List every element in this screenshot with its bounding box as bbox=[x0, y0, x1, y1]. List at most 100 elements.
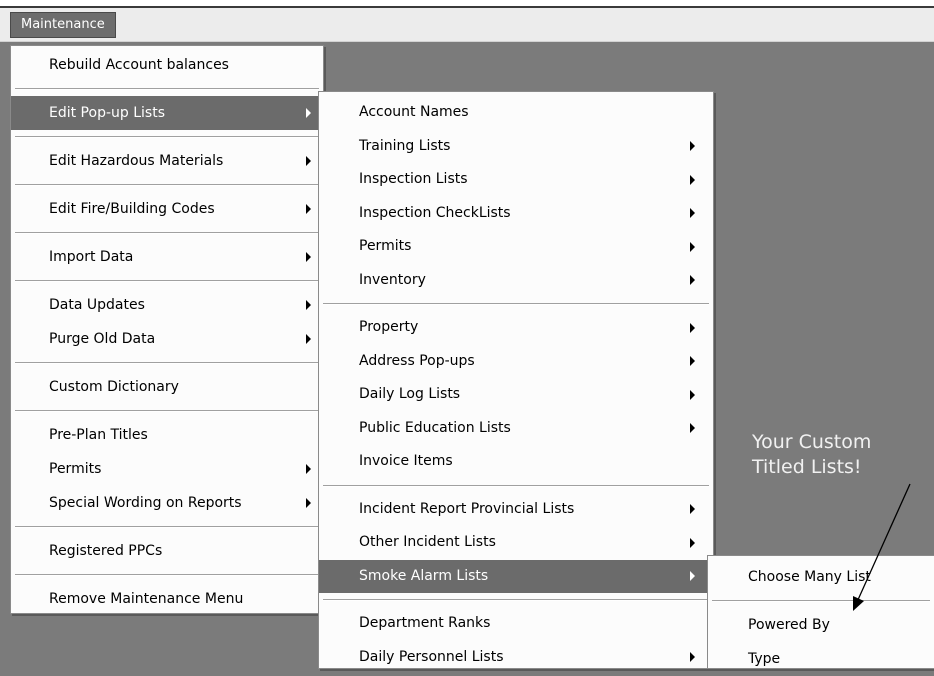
submenu-item-department-ranks[interactable]: Department Ranks bbox=[319, 607, 713, 641]
menu-item-permits[interactable]: Permits bbox=[11, 452, 323, 486]
menu-item-label: Custom Dictionary bbox=[49, 379, 179, 395]
menu-item-rebuild-balances[interactable]: Rebuild Account balances bbox=[11, 48, 323, 82]
menu-item-label: Training Lists bbox=[359, 137, 451, 154]
submenu-arrow-icon bbox=[306, 300, 311, 310]
menu-item-label: Data Updates bbox=[49, 297, 145, 313]
submenu-arrow-icon bbox=[306, 156, 311, 166]
menu-item-label: Powered By bbox=[748, 617, 830, 633]
submenu-arrow-icon bbox=[690, 208, 695, 219]
menu-item-label: Remove Maintenance Menu bbox=[49, 591, 244, 607]
menu-item-label: Edit Pop-up Lists bbox=[49, 105, 165, 121]
menu-item-edit-popup-lists[interactable]: Edit Pop-up Lists bbox=[11, 96, 323, 130]
submenu-item-public-education[interactable]: Public Education Lists bbox=[319, 412, 713, 446]
submenu-item-training-lists[interactable]: Training Lists bbox=[319, 130, 713, 164]
menu-item-label: Registered PPCs bbox=[49, 543, 163, 559]
submenu-arrow-icon bbox=[690, 571, 695, 582]
maintenance-menu: Rebuild Account balances Edit Pop-up Lis… bbox=[10, 45, 324, 614]
callout-line-2: Titled Lists! bbox=[752, 456, 862, 478]
menu-item-label: Type bbox=[748, 651, 781, 667]
menu-item-label: Property bbox=[359, 319, 419, 335]
menu-item-label: Permits bbox=[49, 461, 102, 477]
submenu-arrow-icon bbox=[690, 275, 695, 286]
menu-item-registered-ppcs[interactable]: Registered PPCs bbox=[11, 534, 323, 568]
menu-item-label: Purge Old Data bbox=[49, 331, 156, 347]
submenu-item-powered-by[interactable]: Powered By bbox=[708, 608, 934, 642]
menu-bar: Maintenance bbox=[0, 8, 934, 42]
menu-item-purge-old-data[interactable]: Purge Old Data bbox=[11, 322, 323, 356]
menubar-maintenance[interactable]: Maintenance bbox=[10, 12, 116, 38]
submenu-arrow-icon bbox=[306, 204, 311, 214]
menu-separator bbox=[15, 88, 319, 90]
menu-item-edit-hazmat[interactable]: Edit Hazardous Materials bbox=[11, 144, 323, 178]
menu-item-label: Choose Many List bbox=[748, 569, 871, 585]
submenu-arrow-icon bbox=[690, 322, 695, 333]
submenu-item-incident-provincial[interactable]: Incident Report Provincial Lists bbox=[319, 493, 713, 527]
submenu-item-other-incident[interactable]: Other Incident Lists bbox=[319, 526, 713, 560]
menu-item-label: Other Incident Lists bbox=[359, 534, 496, 550]
submenu-item-invoice-items[interactable]: Invoice Items bbox=[319, 445, 713, 479]
submenu-item-inspection-checklists[interactable]: Inspection CheckLists bbox=[319, 197, 713, 231]
submenu-arrow-icon bbox=[690, 241, 695, 252]
submenu-arrow-icon bbox=[306, 108, 311, 118]
menu-separator bbox=[15, 574, 319, 576]
submenu-arrow-icon bbox=[690, 652, 695, 663]
submenu-arrow-icon bbox=[690, 389, 695, 400]
menu-item-label: Daily Personnel Lists bbox=[359, 648, 504, 665]
submenu-item-smoke-alarm[interactable]: Smoke Alarm Lists bbox=[319, 559, 713, 593]
menu-item-data-updates[interactable]: Data Updates bbox=[11, 288, 323, 322]
menu-separator bbox=[15, 526, 319, 528]
menu-item-import-data[interactable]: Import Data bbox=[11, 240, 323, 274]
menu-item-label: Edit Hazardous Materials bbox=[49, 153, 224, 169]
menu-item-edit-codes[interactable]: Edit Fire/Building Codes bbox=[11, 192, 323, 226]
submenu-arrow-icon bbox=[690, 423, 695, 434]
submenu-item-address-popups[interactable]: Address Pop-ups bbox=[319, 345, 713, 379]
submenu-item-inspection-lists[interactable]: Inspection Lists bbox=[319, 163, 713, 197]
submenu-item-account-names[interactable]: Account Names bbox=[319, 96, 713, 130]
smoke-alarm-submenu: Choose Many List Powered By Type bbox=[707, 555, 934, 669]
menu-item-label: Incident Report Provincial Lists bbox=[359, 500, 575, 517]
menu-separator bbox=[15, 184, 319, 186]
submenu-arrow-icon bbox=[690, 141, 695, 152]
submenu-arrow-icon bbox=[690, 174, 695, 185]
submenu-arrow-icon bbox=[690, 537, 695, 548]
callout-text: Your Custom Titled Lists! bbox=[752, 430, 932, 480]
menu-item-label: Edit Fire/Building Codes bbox=[49, 201, 215, 217]
menu-item-special-wording[interactable]: Special Wording on Reports bbox=[11, 486, 323, 520]
menu-item-label: Smoke Alarm Lists bbox=[359, 567, 489, 584]
menu-item-label: Address Pop-ups bbox=[359, 352, 475, 369]
menu-separator bbox=[15, 362, 319, 364]
submenu-item-inventory[interactable]: Inventory bbox=[319, 264, 713, 298]
menu-separator bbox=[323, 303, 709, 305]
submenu-arrow-icon bbox=[306, 334, 311, 344]
menu-separator bbox=[15, 232, 319, 234]
menu-item-label: Inspection Lists bbox=[359, 171, 468, 187]
callout-line-1: Your Custom bbox=[752, 431, 872, 453]
submenu-item-choose-many-list[interactable]: Choose Many List bbox=[708, 560, 934, 594]
menu-item-custom-dictionary[interactable]: Custom Dictionary bbox=[11, 370, 323, 404]
menu-item-remove-maintenance[interactable]: Remove Maintenance Menu bbox=[11, 582, 323, 616]
menu-item-label: Department Ranks bbox=[359, 615, 491, 631]
menu-item-label: Pre-Plan Titles bbox=[49, 427, 148, 443]
submenu-arrow-icon bbox=[306, 464, 311, 474]
menu-item-label: Import Data bbox=[49, 249, 134, 265]
menu-item-label: Inventory bbox=[359, 271, 426, 288]
submenu-item-permits[interactable]: Permits bbox=[319, 230, 713, 264]
menu-separator bbox=[323, 484, 709, 487]
submenu-arrow-icon bbox=[690, 356, 695, 367]
submenu-item-property[interactable]: Property bbox=[319, 311, 713, 345]
submenu-item-daily-log-lists[interactable]: Daily Log Lists bbox=[319, 378, 713, 412]
menu-separator bbox=[712, 600, 930, 602]
menu-separator bbox=[323, 599, 709, 601]
submenu-item-type[interactable]: Type bbox=[708, 642, 934, 676]
submenu-arrow-icon bbox=[306, 498, 311, 508]
menu-item-label: Permits bbox=[359, 238, 412, 254]
menu-item-label: Daily Log Lists bbox=[359, 386, 461, 402]
menu-item-label: Invoice Items bbox=[359, 453, 453, 469]
menu-separator bbox=[15, 280, 319, 282]
menu-item-preplan-titles[interactable]: Pre-Plan Titles bbox=[11, 418, 323, 452]
menubar-maintenance-label: Maintenance bbox=[21, 17, 105, 32]
window-top-border bbox=[0, 0, 934, 8]
menu-item-label: Account Names bbox=[359, 104, 469, 120]
menu-item-label: Special Wording on Reports bbox=[49, 495, 242, 511]
menu-item-label: Public Education Lists bbox=[359, 419, 511, 436]
